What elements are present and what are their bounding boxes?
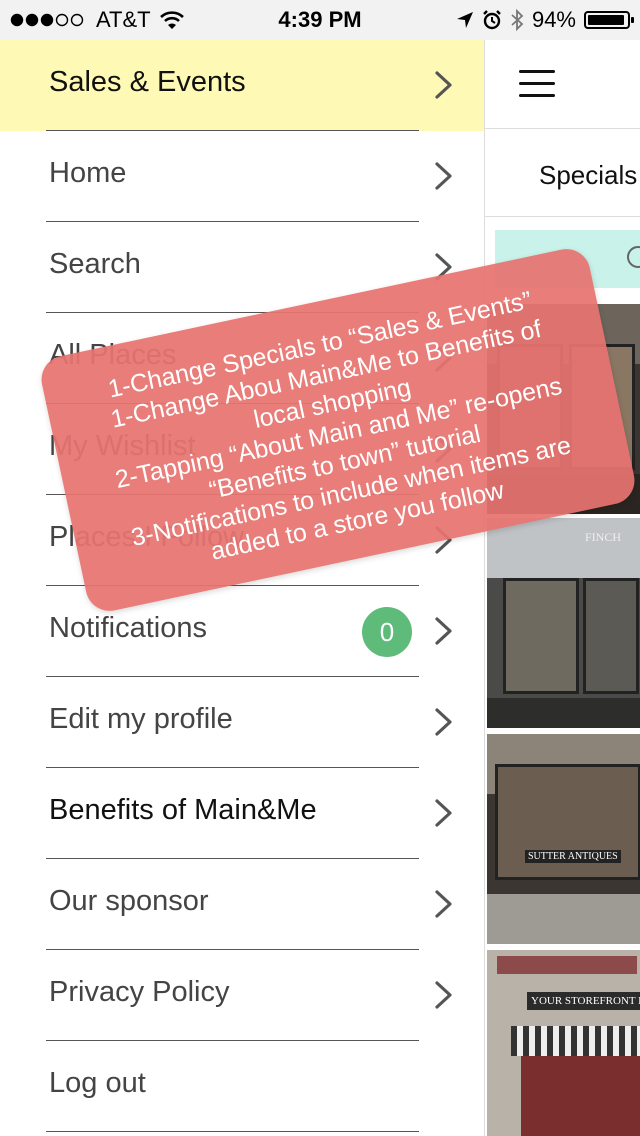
status-right: 94%: [456, 7, 634, 33]
search-icon: [627, 246, 640, 268]
battery-icon: [584, 11, 634, 29]
store-photo-4[interactable]: YOUR STOREFRONT HERE: [487, 950, 640, 1136]
menu-item-log-out[interactable]: Log out: [0, 1041, 484, 1132]
status-bar: AT&T 4:39 PM 94%: [0, 0, 640, 40]
menu-item-notifications[interactable]: Notifications 0: [0, 586, 484, 677]
menu-item-benefits-of-main-me[interactable]: Benefits of Main&Me: [0, 768, 484, 859]
store-sign-sutter-antiques: SUTTER ANTIQUES: [525, 850, 621, 863]
alarm-icon: [483, 10, 501, 30]
store-photo-2[interactable]: FINCH: [487, 518, 640, 728]
chevron-right-icon: [435, 617, 452, 645]
bluetooth-icon: [511, 9, 524, 31]
menu-divider: [46, 1131, 419, 1132]
chevron-right-icon: [435, 71, 452, 99]
location-icon: [456, 12, 473, 28]
chevron-right-icon: [435, 162, 452, 190]
menu-item-label: Notifications: [49, 612, 207, 644]
menu-item-label: Sales & Events: [49, 66, 246, 98]
menu-item-label: Home: [49, 157, 127, 189]
menu-item-label: Log out: [49, 1067, 146, 1099]
menu-item-label: Search: [49, 248, 141, 280]
hamburger-menu-icon[interactable]: [519, 66, 555, 102]
menu-item-edit-my-profile[interactable]: Edit my profile: [0, 677, 484, 768]
store-sign-your-storefront: YOUR STOREFRONT HERE: [527, 992, 640, 1010]
menu-item-label: Privacy Policy: [49, 976, 230, 1008]
menu-item-our-sponsor[interactable]: Our sponsor: [0, 859, 484, 950]
tab-specials[interactable]: Specials: [539, 160, 637, 191]
menu-item-label: Edit my profile: [49, 703, 233, 735]
chevron-right-icon: [435, 708, 452, 736]
menu-item-label: Benefits of Main&Me: [49, 794, 317, 826]
notification-count-badge: 0: [362, 607, 412, 657]
chevron-right-icon: [435, 890, 452, 918]
menu-item-privacy-policy[interactable]: Privacy Policy: [0, 950, 484, 1041]
battery-fill: [588, 15, 624, 25]
store-photo-3[interactable]: SUTTER ANTIQUES: [487, 734, 640, 944]
header-divider: [485, 128, 640, 129]
menu-item-sales-events[interactable]: Sales & Events: [0, 40, 484, 131]
menu-item-label: Our sponsor: [49, 885, 209, 917]
battery-percent: 94%: [531, 7, 576, 32]
chevron-right-icon: [435, 799, 452, 827]
chevron-right-icon: [435, 981, 452, 1009]
tab-divider: [485, 216, 640, 217]
store-sign-finch: FINCH: [585, 530, 622, 544]
menu-item-home[interactable]: Home: [0, 131, 484, 222]
background-app-panel: Specials FINCH SUTTER ANTIQUES YOUR STOR…: [484, 40, 640, 1136]
side-drawer-menu: Sales & EventsHomeSearchAll PlacesMy Wis…: [0, 40, 484, 1136]
